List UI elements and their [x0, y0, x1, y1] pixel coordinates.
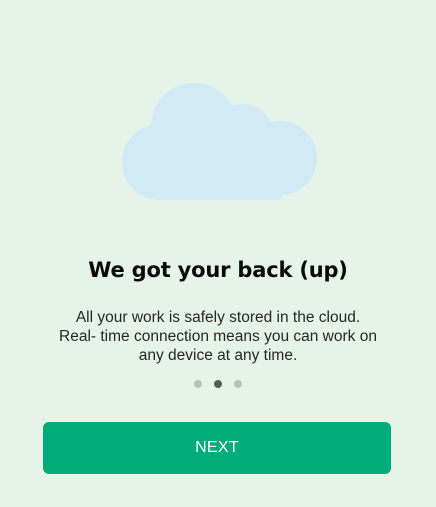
onboarding-title: We got your back (up): [88, 258, 348, 282]
next-button[interactable]: NEXT: [43, 422, 391, 474]
description-line: any device at any time.: [138, 347, 298, 364]
page-dot-3[interactable]: [234, 380, 242, 388]
description-line: All your work is safely stored in the cl…: [75, 309, 361, 326]
page-dot-1[interactable]: [194, 380, 202, 388]
page-dot-2-active[interactable]: [214, 380, 222, 388]
pagination-dots: [0, 379, 436, 389]
description-line: Real- time connection means you can work…: [59, 328, 377, 345]
onboarding-description: All your work is safely stored in the cl…: [30, 308, 406, 365]
cloud-icon: [122, 83, 317, 200]
onboarding-screen: We got your back (up) All your work is s…: [0, 0, 436, 507]
